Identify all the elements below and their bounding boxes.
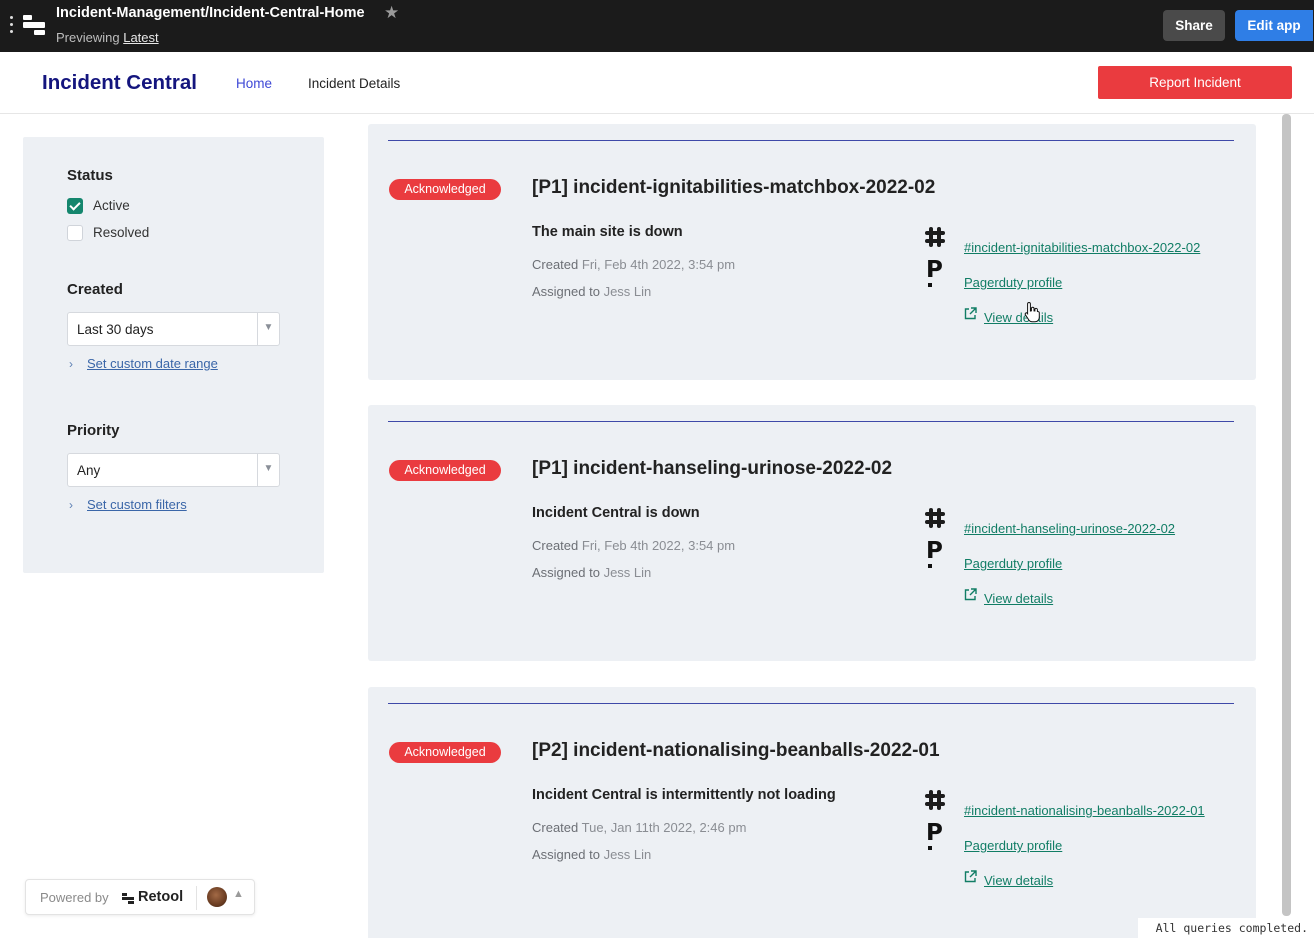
chevron-right-icon: › [69,498,73,512]
custom-date-range-link[interactable]: › Set custom date range [69,356,218,371]
pagerduty-icon: P [926,259,943,287]
pagerduty-profile-link[interactable]: Pagerduty profile [964,556,1062,571]
external-link-icon [964,307,977,320]
custom-filters-link[interactable]: › Set custom filters [69,497,187,512]
divider [196,886,197,910]
slack-icon [925,508,945,528]
view-details-link[interactable]: View details [984,310,1053,325]
vertical-scrollbar[interactable] [1282,114,1291,916]
status-heading: Status [67,167,113,184]
incident-list[interactable]: Acknowledged [P1] incident-ignitabilitie… [368,114,1258,938]
slack-channel-link[interactable]: #incident-ignitabilities-matchbox-2022-0… [964,240,1232,255]
star-icon[interactable]: ★ [384,3,399,23]
chevron-right-icon: › [69,357,73,371]
powered-by-label: Powered by [40,890,109,905]
incident-assignee: Assigned to Jess Lin [532,847,652,862]
external-link-icon [964,870,977,883]
incident-title: [P1] incident-ignitabilities-matchbox-20… [532,177,936,198]
retool-logo-icon[interactable] [23,13,45,35]
pagerduty-icon: P [926,540,943,568]
priority-select-value: Any [77,463,101,478]
incident-created: Created Tue, Jan 11th 2022, 2:46 pm [532,820,747,835]
powered-by-retool[interactable]: Powered by Retool ▲ [25,879,255,915]
previewing-label: Previewing [56,30,120,45]
pagerduty-profile-link[interactable]: Pagerduty profile [964,275,1062,290]
incident-title: [P1] incident-hanseling-urinose-2022-02 [532,458,893,479]
slack-icon [925,790,945,810]
nav-incident-details[interactable]: Incident Details [308,76,400,91]
query-status: All queries completed. [1138,918,1314,938]
priority-heading: Priority [67,422,120,439]
edit-app-button[interactable]: Edit app [1235,10,1313,41]
chevron-up-icon[interactable]: ▲ [233,888,244,900]
incident-summary: The main site is down [532,224,683,240]
status-resolved-label[interactable]: Resolved [93,225,149,240]
card-divider [388,703,1234,704]
incident-created: Created Fri, Feb 4th 2022, 3:54 pm [532,257,736,272]
nav-home[interactable]: Home [236,76,272,91]
status-badge: Acknowledged [389,460,501,481]
view-details-link[interactable]: View details [984,873,1053,888]
retool-topbar: Incident-Management/Incident-Central-Hom… [0,0,1314,52]
card-divider [388,140,1234,141]
incident-card: Acknowledged [P1] incident-hanseling-uri… [368,405,1256,661]
incident-card: Acknowledged [P1] incident-ignitabilitie… [368,124,1256,380]
report-incident-button[interactable]: Report Incident [1098,66,1292,99]
status-active-label[interactable]: Active [93,198,130,213]
hand-cursor-icon [1024,301,1040,323]
share-button[interactable]: Share [1163,10,1225,41]
card-divider [388,421,1234,422]
slack-icon [925,227,945,247]
status-resolved-checkbox[interactable] [67,225,83,241]
incident-title: [P2] incident-nationalising-beanballs-20… [532,740,940,761]
external-link-icon [964,588,977,601]
app-header: Incident Central Home Incident Details R… [0,52,1314,114]
incident-summary: Incident Central is intermittently not l… [532,787,836,803]
chevron-down-icon[interactable]: ▼ [257,313,279,345]
slack-channel-link[interactable]: #incident-nationalising-beanballs-2022-0… [964,803,1232,818]
app-title: Incident Central [42,71,197,94]
status-badge: Acknowledged [389,179,501,200]
version-link[interactable]: Latest [123,30,158,45]
view-details-link[interactable]: View details [984,591,1053,606]
created-heading: Created [67,281,123,298]
incident-assignee: Assigned to Jess Lin [532,284,652,299]
chevron-down-icon[interactable]: ▼ [257,454,279,486]
preview-status: Previewing Latest [56,30,159,45]
status-active-checkbox[interactable] [67,198,83,214]
menu-dots-icon[interactable] [10,16,14,34]
status-badge: Acknowledged [389,742,501,763]
retool-logo-icon [122,892,134,904]
incident-assignee: Assigned to Jess Lin [532,565,652,580]
slack-channel-link[interactable]: #incident-hanseling-urinose-2022-02 [964,521,1232,536]
incident-card: Acknowledged [P2] incident-nationalising… [368,687,1256,938]
created-select-value: Last 30 days [77,322,154,337]
incident-summary: Incident Central is down [532,505,700,521]
pagerduty-profile-link[interactable]: Pagerduty profile [964,838,1062,853]
priority-select[interactable]: Any ▼ [67,453,280,487]
created-select[interactable]: Last 30 days ▼ [67,312,280,346]
avatar[interactable] [207,887,227,907]
app-path: Incident-Management/Incident-Central-Hom… [56,5,365,21]
pagerduty-icon: P [926,822,943,850]
filter-panel: Status Active Resolved Created Last 30 d… [23,137,324,573]
retool-brand: Retool [138,889,184,905]
incident-created: Created Fri, Feb 4th 2022, 3:54 pm [532,538,736,553]
